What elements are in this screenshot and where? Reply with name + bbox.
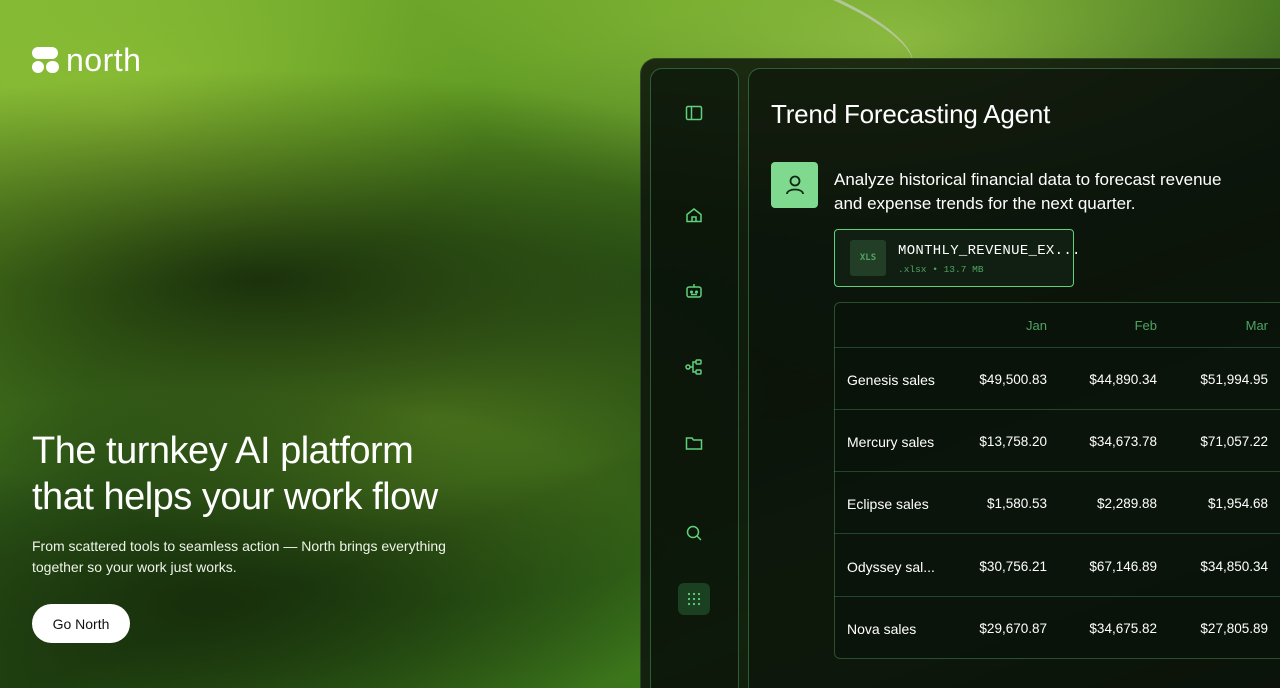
file-name: MONTHLY_REVENUE_EX... [898,243,1081,259]
home-icon[interactable] [684,205,704,225]
table-cell: $67,146.89 [1089,559,1157,574]
hero-subtext: From scattered tools to seamless action … [32,538,446,575]
table-cell: $30,756.21 [979,559,1047,574]
hero-section: The turnkey AI platform that helps your … [32,428,512,578]
apps-grid-icon[interactable] [678,583,710,615]
table-cell: $27,805.89 [1200,621,1268,636]
table-cell: $71,057.22 [1200,434,1268,449]
column-header-jan: Jan [1026,318,1047,333]
agent-title: Trend Forecasting Agent [771,99,1051,129]
sidebar-toggle-icon[interactable] [684,103,704,123]
folder-icon[interactable] [684,433,704,453]
spreadsheet-file-icon: XLS [850,240,886,276]
row-label: Nova sales [847,621,917,637]
table-cell: $29,670.87 [979,621,1047,636]
bot-icon[interactable] [684,281,704,301]
bottom-edge [0,688,1280,692]
search-icon[interactable] [684,523,704,543]
brand-name: north [66,42,142,78]
column-header-feb: Feb [1134,318,1157,333]
table-cell: $44,890.34 [1089,372,1157,387]
table-cell: $2,289.88 [1096,496,1157,511]
row-label: Odyssey sal... [847,559,935,575]
table-cell: $1,580.53 [986,496,1047,511]
row-label: Mercury sales [847,434,935,450]
table-cell: $34,850.34 [1200,559,1268,574]
table-cell: $13,758.20 [979,434,1047,449]
hero-headline-line2: that helps your work flow [32,476,438,518]
hero-headline: The turnkey AI platform that helps your … [32,428,512,520]
north-logo[interactable]: north [32,44,141,76]
user-prompt: Analyze historical financial data to for… [834,170,1222,213]
file-meta: .xlsx • 13.7 MB [898,264,984,275]
hero-headline-line1: The turnkey AI platform [32,430,414,472]
column-header-mar: Mar [1245,318,1268,333]
go-north-button[interactable]: Go North [32,604,130,643]
table-cell: $51,994.95 [1200,372,1268,387]
table-cell: $34,673.78 [1089,434,1157,449]
north-logo-icon [32,45,60,75]
user-avatar [771,162,818,208]
row-label: Genesis sales [847,372,935,388]
table-cell: $1,954.68 [1207,496,1268,511]
user-icon [785,175,804,195]
workflow-icon[interactable] [684,357,704,377]
row-label: Eclipse sales [847,496,929,512]
table-cell: $49,500.83 [979,372,1047,387]
table-cell: $34,675.82 [1089,621,1157,636]
